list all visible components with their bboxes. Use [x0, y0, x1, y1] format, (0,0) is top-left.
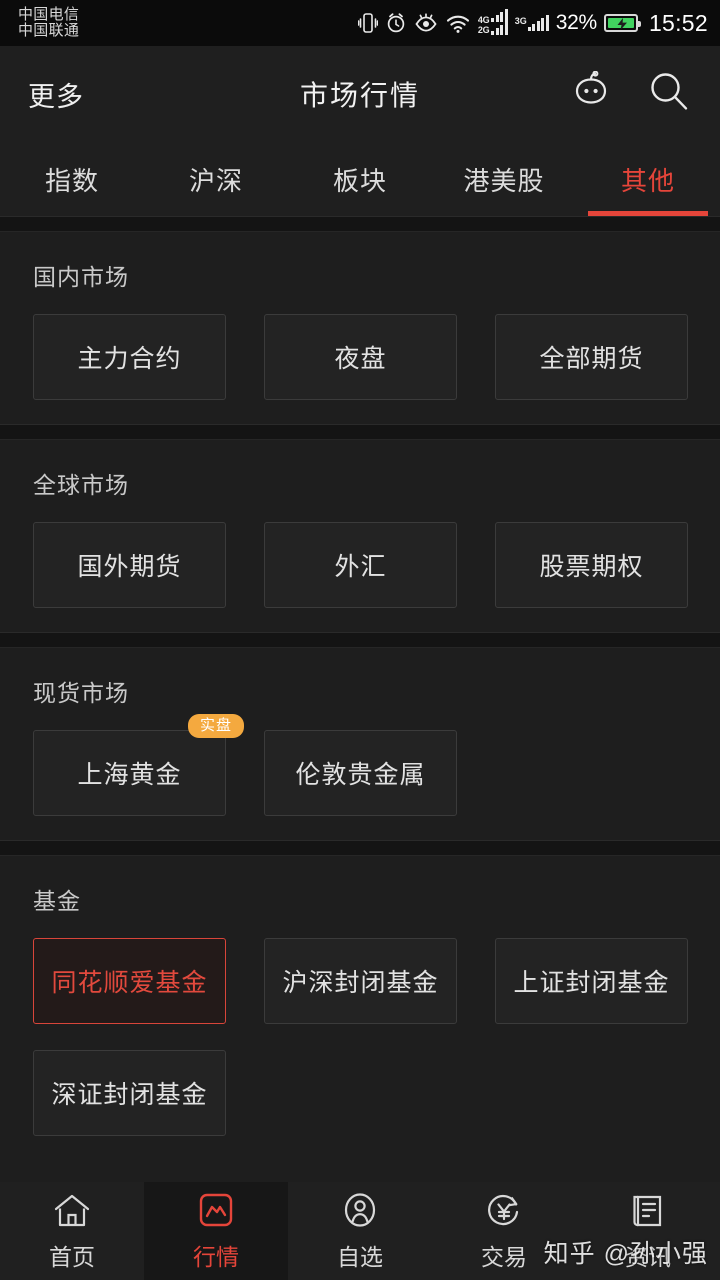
signal-dual-icon: 4G 2G	[477, 9, 508, 35]
alarm-icon	[385, 11, 407, 35]
app-screen: 中国电信 中国联通 4G 2G 3G 32% 15:52 更多 市场行情 指数 …	[0, 0, 720, 1280]
battery-percent: 32%	[555, 11, 597, 34]
section-divider	[0, 632, 720, 648]
news-icon	[628, 1190, 668, 1232]
nav-label-watchlist: 自选	[337, 1244, 383, 1270]
robot-icon[interactable]	[568, 70, 614, 118]
section-domestic-market: 国内市场 主力合约 夜盘 全部期货	[0, 232, 720, 424]
section-global-market: 全球市场 国外期货 外汇 股票期权	[0, 440, 720, 632]
section-grid: 实盘 上海黄金 伦敦贵金属	[0, 714, 720, 816]
chip-lundun-guijinshu[interactable]: 伦敦贵金属	[264, 730, 457, 816]
status-bar: 中国电信 中国联通 4G 2G 3G 32% 15:52	[0, 0, 720, 46]
section-grid: 主力合约 夜盘 全部期货	[0, 314, 720, 400]
section-spot-market: 现货市场 实盘 上海黄金 伦敦贵金属	[0, 648, 720, 840]
bottom-navigation: 首页 行情 自选 交易 资讯	[0, 1182, 720, 1280]
grid-cell: 股票期权	[495, 522, 688, 608]
section-title: 基金	[33, 888, 81, 914]
signal-secondary-icon: 3G	[514, 14, 549, 31]
market-tabs: 指数 沪深 板块 港美股 其他	[0, 142, 720, 216]
signal-labels: 4G 2G	[477, 15, 490, 35]
status-icons: 4G 2G 3G 32% 15:52	[357, 9, 708, 37]
tab-qita[interactable]: 其他	[576, 142, 720, 216]
battery-icon	[603, 14, 641, 32]
chip-shangzheng-fengbi-jijin[interactable]: 上证封闭基金	[495, 938, 688, 1024]
grid-cell: 外汇	[264, 522, 457, 608]
section-divider	[0, 840, 720, 856]
chip-shenzheng-fengbi-jijin[interactable]: 深证封闭基金	[33, 1050, 226, 1136]
chip-guowai-qihuo[interactable]: 国外期货	[33, 522, 226, 608]
section-funds: 基金 同花顺爱基金 沪深封闭基金 上证封闭基金 深证封闭基金	[0, 856, 720, 1160]
section-divider	[0, 216, 720, 232]
nav-item-watchlist[interactable]: 自选	[288, 1182, 432, 1280]
signal-label-2g: 2G	[477, 24, 490, 35]
chart-square-icon	[196, 1190, 236, 1232]
header-actions	[568, 69, 692, 120]
signal-label-3g: 3G	[514, 15, 527, 26]
status-badge: 实盘	[187, 714, 244, 739]
grid-cell: 实盘 上海黄金	[33, 714, 244, 816]
grid-cell: 伦敦贵金属	[264, 730, 457, 816]
carrier-secondary: 中国联通	[18, 22, 80, 39]
grid-cell: 沪深封闭基金	[264, 938, 457, 1024]
chip-tonghuashun-aijijin[interactable]: 同花顺爱基金	[33, 938, 226, 1024]
chip-hushen-fengbi-jijin[interactable]: 沪深封闭基金	[264, 938, 457, 1024]
section-grid: 国外期货 外汇 股票期权	[0, 522, 720, 608]
nav-label-home: 首页	[49, 1244, 95, 1270]
carrier-primary: 中国电信	[18, 5, 80, 23]
grid-cell: 上证封闭基金	[495, 938, 688, 1024]
status-clock: 15:52	[648, 9, 708, 36]
chip-zhuli-heyue[interactable]: 主力合约	[33, 314, 226, 400]
vibrate-icon	[357, 11, 378, 35]
section-title: 国内市场	[33, 264, 129, 290]
grid-cell: 夜盘	[264, 314, 457, 400]
section-divider	[0, 424, 720, 440]
chip-yepan[interactable]: 夜盘	[264, 314, 457, 400]
signal-bars-top	[491, 9, 508, 22]
wifi-icon	[445, 12, 471, 34]
grid-cell: 同花顺爱基金	[33, 938, 226, 1024]
app-header: 更多 市场行情	[0, 46, 720, 142]
more-button[interactable]: 更多	[28, 75, 84, 114]
tab-hushen[interactable]: 沪深	[144, 142, 288, 216]
nav-item-news[interactable]: 资讯	[576, 1182, 720, 1280]
tab-bankuai[interactable]: 板块	[288, 142, 432, 216]
grid-cell: 全部期货	[495, 314, 688, 400]
nav-label-trade: 交易	[481, 1244, 527, 1270]
section-title: 现货市场	[33, 680, 129, 706]
nav-label-quotes: 行情	[193, 1244, 239, 1270]
section-grid: 同花顺爱基金 沪深封闭基金 上证封闭基金 深证封闭基金	[0, 938, 720, 1136]
chip-waihui[interactable]: 外汇	[264, 522, 457, 608]
nav-item-trade[interactable]: 交易	[432, 1182, 576, 1280]
grid-cell: 国外期货	[33, 522, 226, 608]
tab-zhishu[interactable]: 指数	[0, 142, 144, 216]
section-title: 全球市场	[33, 472, 129, 498]
grid-cell: 深证封闭基金	[33, 1050, 226, 1136]
carrier-names: 中国电信 中国联通	[18, 5, 80, 39]
chip-shanghai-huangjin[interactable]: 上海黄金	[33, 730, 226, 816]
chip-gupiao-qiquan[interactable]: 股票期权	[495, 522, 688, 608]
grid-cell: 主力合约	[33, 314, 226, 400]
home-icon	[52, 1190, 92, 1232]
eye-care-icon	[414, 12, 438, 34]
nav-label-news: 资讯	[625, 1244, 671, 1270]
yuan-refresh-icon	[484, 1190, 524, 1232]
signal-bars-dual	[491, 9, 508, 35]
chip-quanbu-qihuo[interactable]: 全部期货	[495, 314, 688, 400]
search-icon[interactable]	[646, 69, 692, 120]
signal-bars-bottom	[491, 22, 508, 35]
nav-item-home[interactable]: 首页	[0, 1182, 144, 1280]
nav-item-quotes[interactable]: 行情	[144, 1182, 288, 1280]
tab-gangmeigu[interactable]: 港美股	[432, 142, 576, 216]
signal-bars-secondary	[527, 14, 549, 31]
person-circle-icon	[340, 1190, 380, 1232]
